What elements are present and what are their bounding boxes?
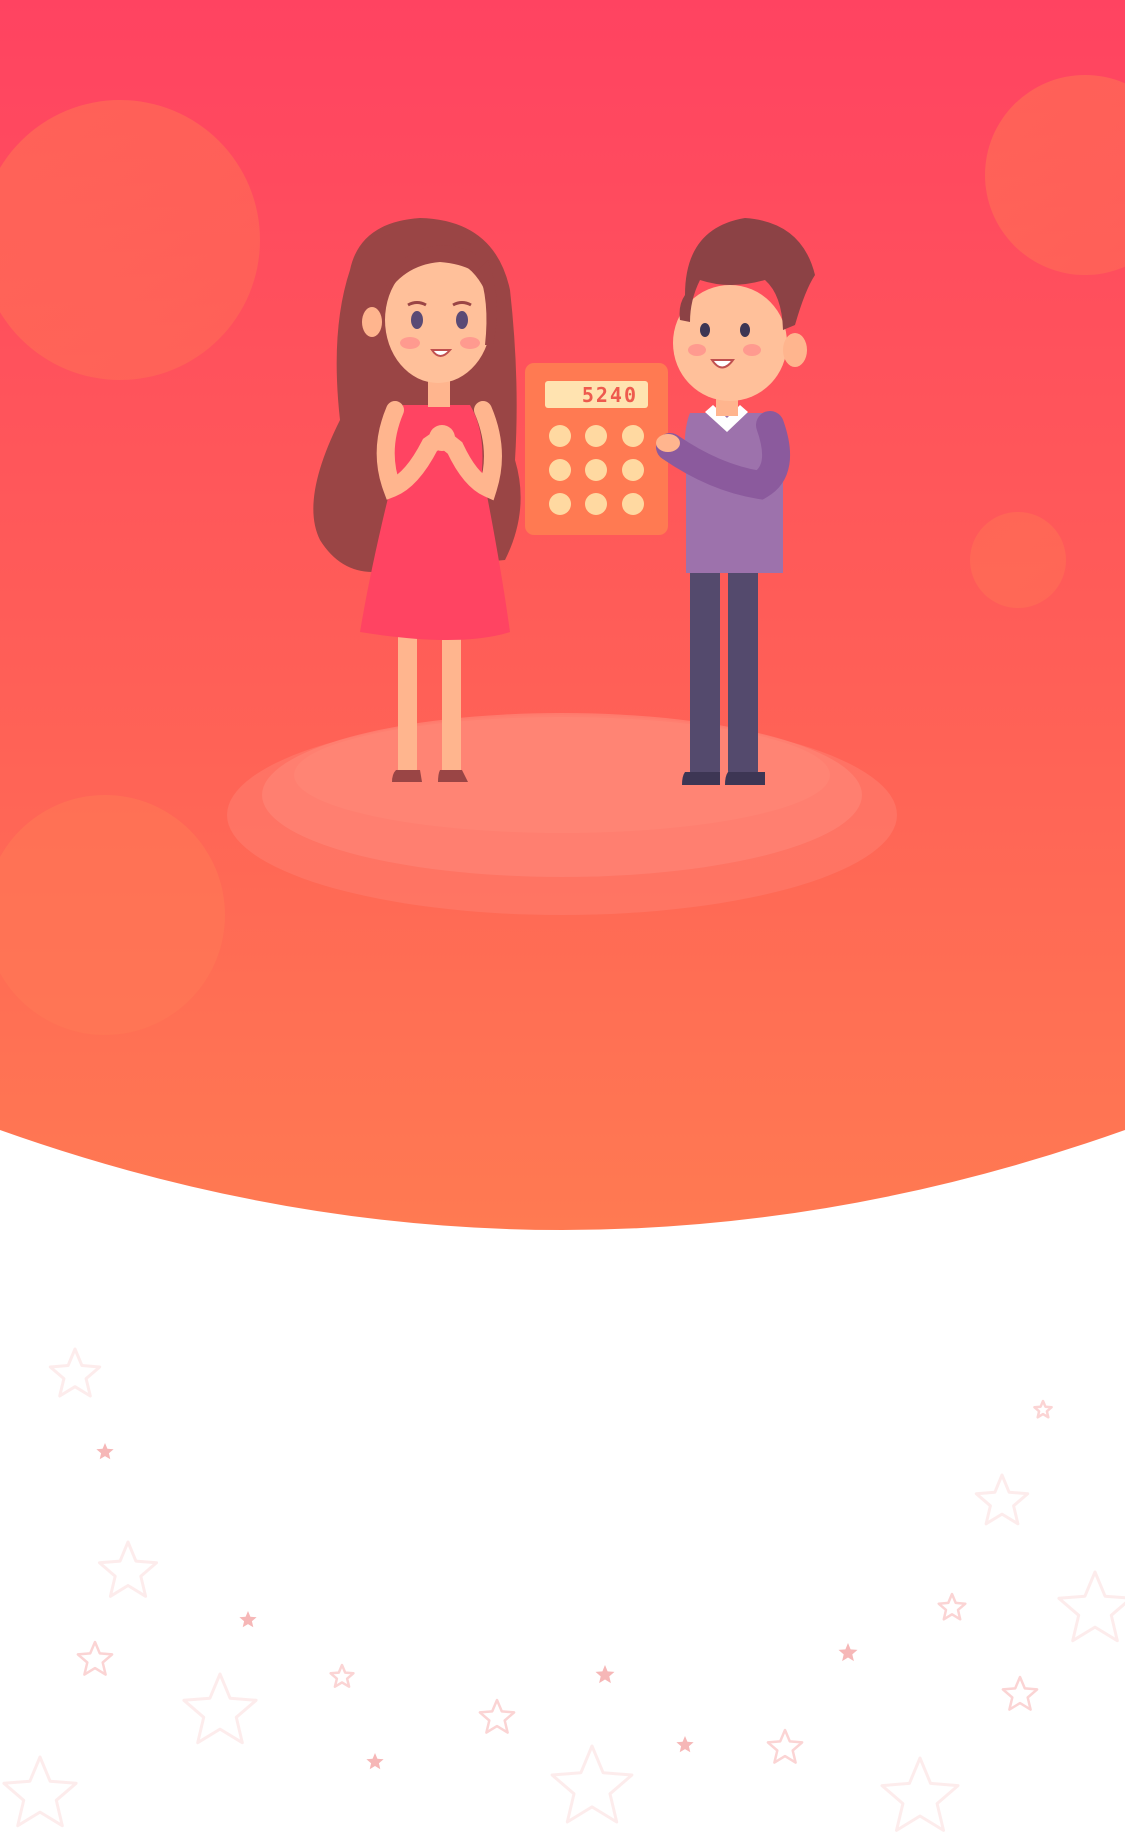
stars-decoration [0, 1240, 1125, 1833]
calculator-keys [549, 425, 644, 515]
star-icon [676, 1736, 694, 1753]
star-icon [96, 1443, 114, 1460]
hero-illustration: 5240 [0, 0, 1125, 1230]
star-icon [329, 1663, 355, 1688]
star-icon [76, 1640, 114, 1676]
star-icon [48, 1347, 102, 1398]
stars-layer [2, 1347, 1125, 1832]
star-icon [1033, 1399, 1053, 1419]
star-icon [766, 1728, 804, 1764]
star-icon [98, 1540, 158, 1598]
star-icon [2, 1755, 78, 1828]
star-icon [182, 1672, 258, 1745]
star-icon [239, 1611, 257, 1628]
hero-banner: 5240 [0, 0, 1125, 1240]
calculator-illustration: 5240 [525, 363, 668, 535]
star-icon [366, 1753, 384, 1770]
star-icon [1001, 1675, 1039, 1711]
star-icon [478, 1698, 516, 1734]
star-icon [1057, 1570, 1125, 1643]
star-icon [880, 1756, 960, 1832]
star-icon [937, 1592, 967, 1621]
star-icon [595, 1665, 615, 1684]
star-icon [838, 1643, 858, 1662]
star-icon [550, 1744, 634, 1824]
star-icon [974, 1473, 1030, 1526]
calculator-display-value: 5240 [582, 383, 638, 407]
bubble-decoration [970, 512, 1066, 608]
